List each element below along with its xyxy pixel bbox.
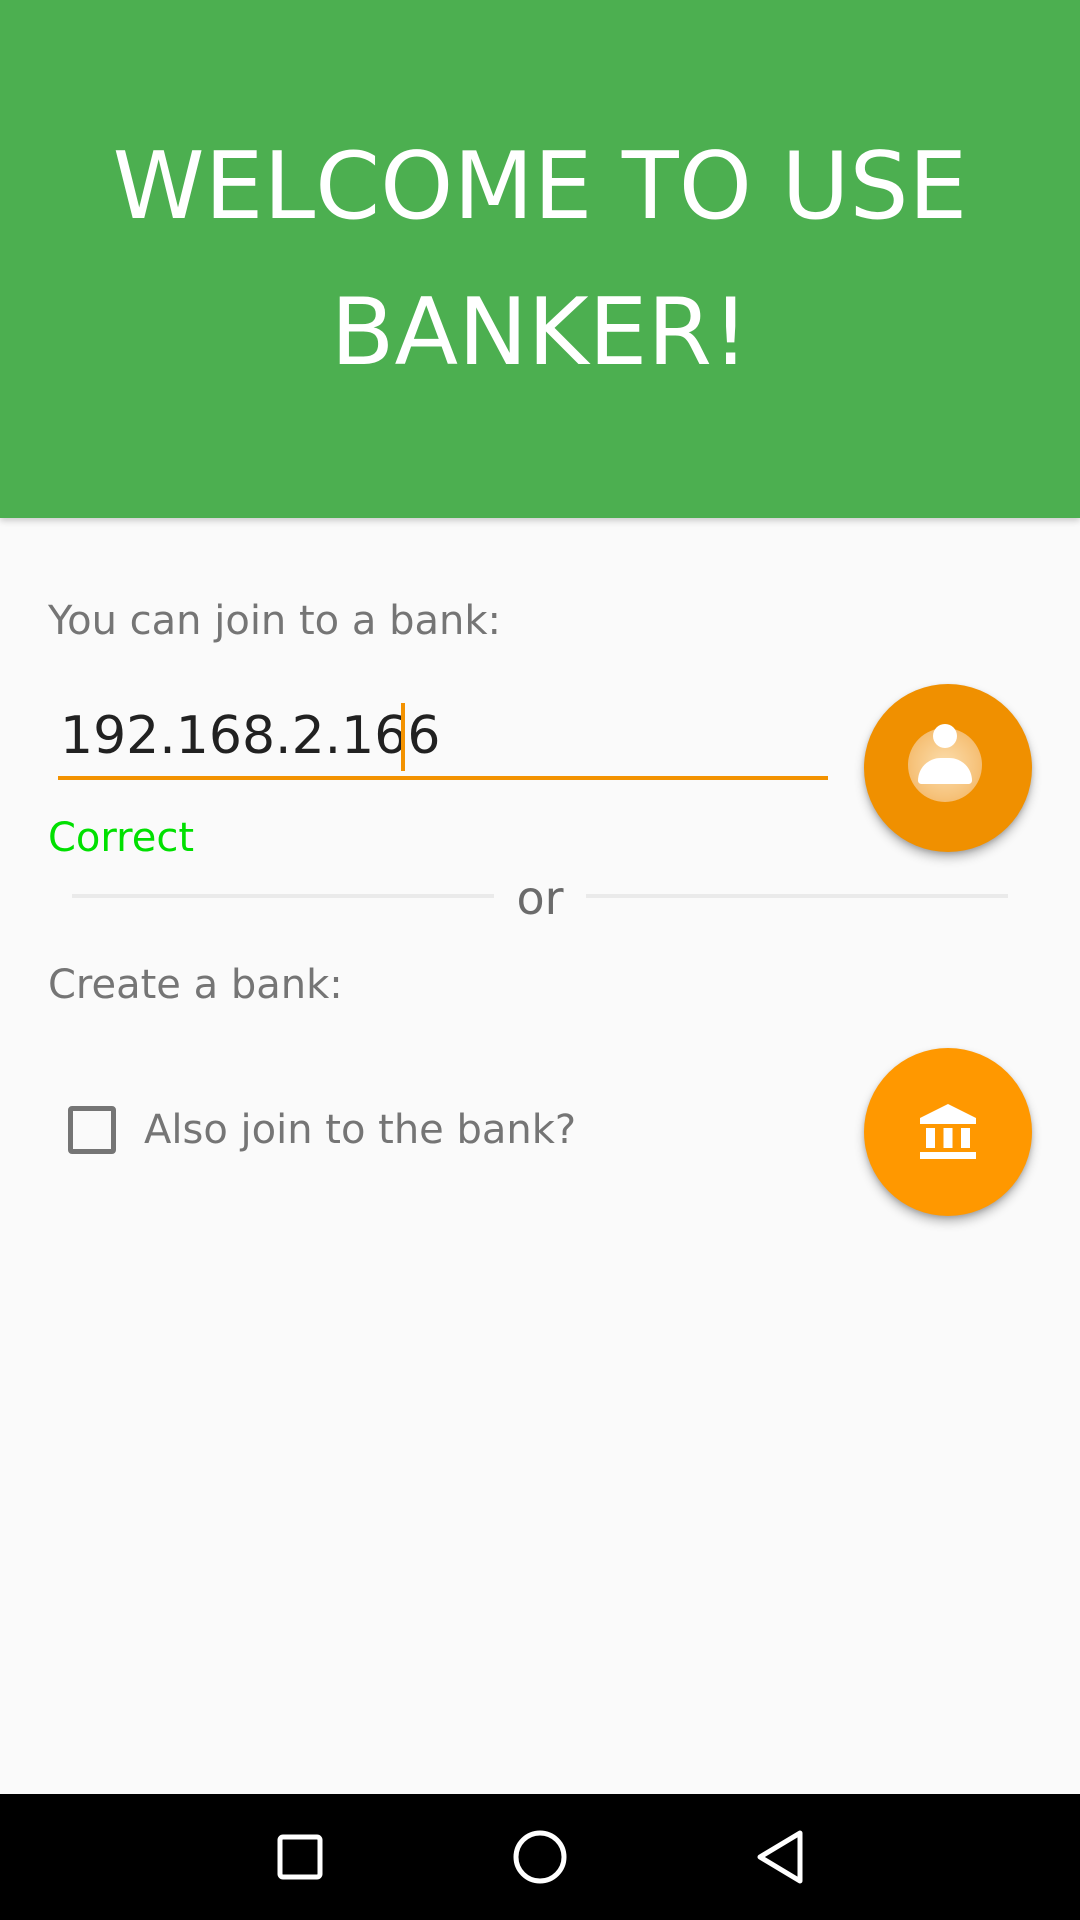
bank-icon xyxy=(920,1104,976,1159)
divider-line-left xyxy=(72,894,494,898)
text-cursor xyxy=(401,703,405,771)
ip-validation-status: Correct xyxy=(48,815,194,861)
create-bank-button[interactable] xyxy=(864,1048,1032,1216)
ip-address-input[interactable] xyxy=(58,700,828,780)
app-header: WELCOME TO USE BANKER! xyxy=(0,0,1080,518)
join-bank-label: You can join to a bank: xyxy=(48,598,501,644)
person-join-icon xyxy=(908,724,988,808)
join-bank-button[interactable] xyxy=(864,684,1032,852)
also-join-checkbox-row[interactable]: Also join to the bank? xyxy=(68,1100,576,1160)
system-navigation-bar xyxy=(0,1794,1080,1920)
back-triangle-icon[interactable] xyxy=(745,1822,815,1892)
recents-square-icon[interactable] xyxy=(265,1822,335,1892)
create-bank-label: Create a bank: xyxy=(48,962,343,1008)
welcome-title: WELCOME TO USE BANKER! xyxy=(112,132,968,386)
also-join-checkbox[interactable] xyxy=(68,1106,116,1154)
home-circle-icon[interactable] xyxy=(505,1822,575,1892)
or-divider-text: or xyxy=(516,871,564,925)
divider-line-right xyxy=(586,894,1008,898)
also-join-checkbox-label[interactable]: Also join to the bank? xyxy=(144,1106,576,1154)
